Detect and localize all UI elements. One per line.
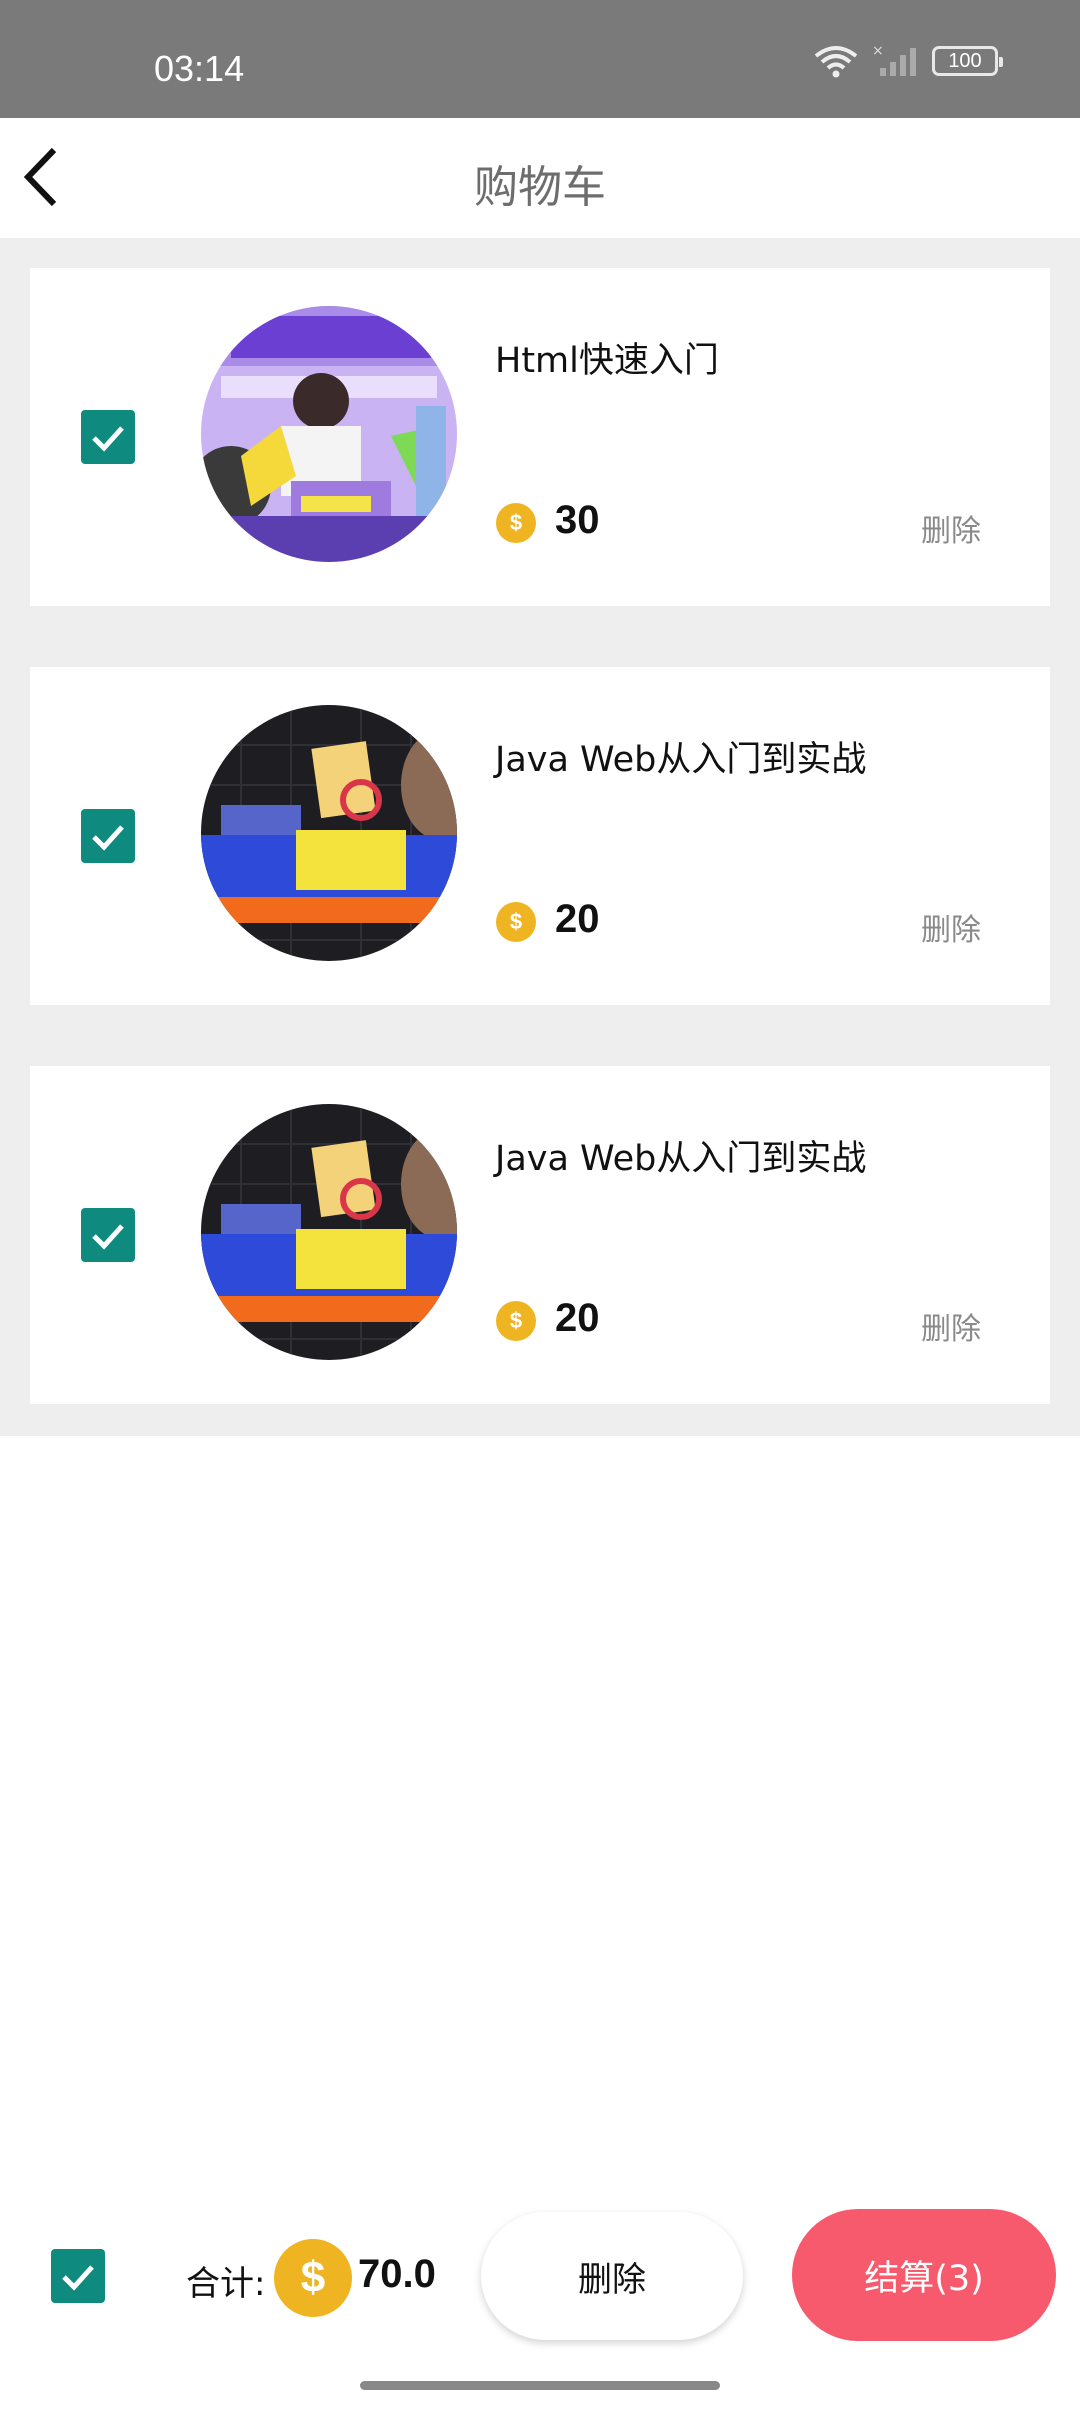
app-header: 购物车: [0, 118, 1080, 238]
item-price: 20: [555, 897, 600, 941]
status-time: 03:14: [154, 48, 245, 89]
course-image-exam-prep: [201, 705, 457, 961]
check-icon: [92, 825, 124, 851]
item-price: 20: [555, 1296, 600, 1340]
svg-text:×: ×: [872, 44, 884, 59]
check-icon: [62, 2265, 94, 2291]
check-icon: [92, 426, 124, 452]
item-title[interactable]: Java Web从入门到实战: [495, 731, 866, 782]
course-thumbnail[interactable]: [201, 306, 457, 562]
total-label: 合计:: [186, 2264, 266, 2304]
coin-icon: $: [274, 2239, 352, 2317]
cart-item: Java Web从入门到实战 $ 20 删除: [30, 1066, 1050, 1404]
checkout-bar: 合计: $ 70.0 删除 结算(3): [0, 2200, 1080, 2350]
battery-icon: 100: [932, 46, 1003, 76]
item-checkbox[interactable]: [81, 809, 135, 863]
course-image-exam-prep: [201, 1104, 457, 1360]
select-all-checkbox[interactable]: [51, 2249, 105, 2303]
course-thumbnail[interactable]: [201, 705, 457, 961]
coin-icon: $: [496, 503, 536, 543]
checkout-button[interactable]: 结算(3): [792, 2209, 1056, 2341]
check-icon: [92, 1224, 124, 1250]
item-checkbox[interactable]: [81, 410, 135, 464]
item-delete-button[interactable]: 删除: [921, 905, 981, 949]
cart-item: Java Web从入门到实战 $ 20 删除: [30, 667, 1050, 1005]
delete-selected-button[interactable]: 删除: [481, 2212, 743, 2340]
status-icons: × 100: [814, 44, 1003, 78]
item-delete-button[interactable]: 删除: [921, 1304, 981, 1348]
cellular-signal-icon: ×: [872, 44, 916, 76]
item-price: 30: [555, 498, 600, 542]
course-image-art-education: [201, 306, 457, 562]
home-indicator[interactable]: [360, 2381, 720, 2390]
course-thumbnail[interactable]: [201, 1104, 457, 1360]
coin-icon: $: [496, 1301, 536, 1341]
total-value: 70.0: [358, 2252, 436, 2296]
page-title: 购物车: [474, 162, 606, 213]
item-delete-button[interactable]: 删除: [921, 506, 981, 550]
item-title[interactable]: Java Web从入门到实战: [495, 1130, 866, 1181]
cart-item: Html快速入门 $ 30 删除: [30, 268, 1050, 606]
item-title[interactable]: Html快速入门: [495, 332, 719, 383]
status-bar: 03:14 × 100: [0, 0, 1080, 118]
item-checkbox[interactable]: [81, 1208, 135, 1262]
coin-icon: $: [496, 902, 536, 942]
wifi-icon: [814, 46, 858, 78]
